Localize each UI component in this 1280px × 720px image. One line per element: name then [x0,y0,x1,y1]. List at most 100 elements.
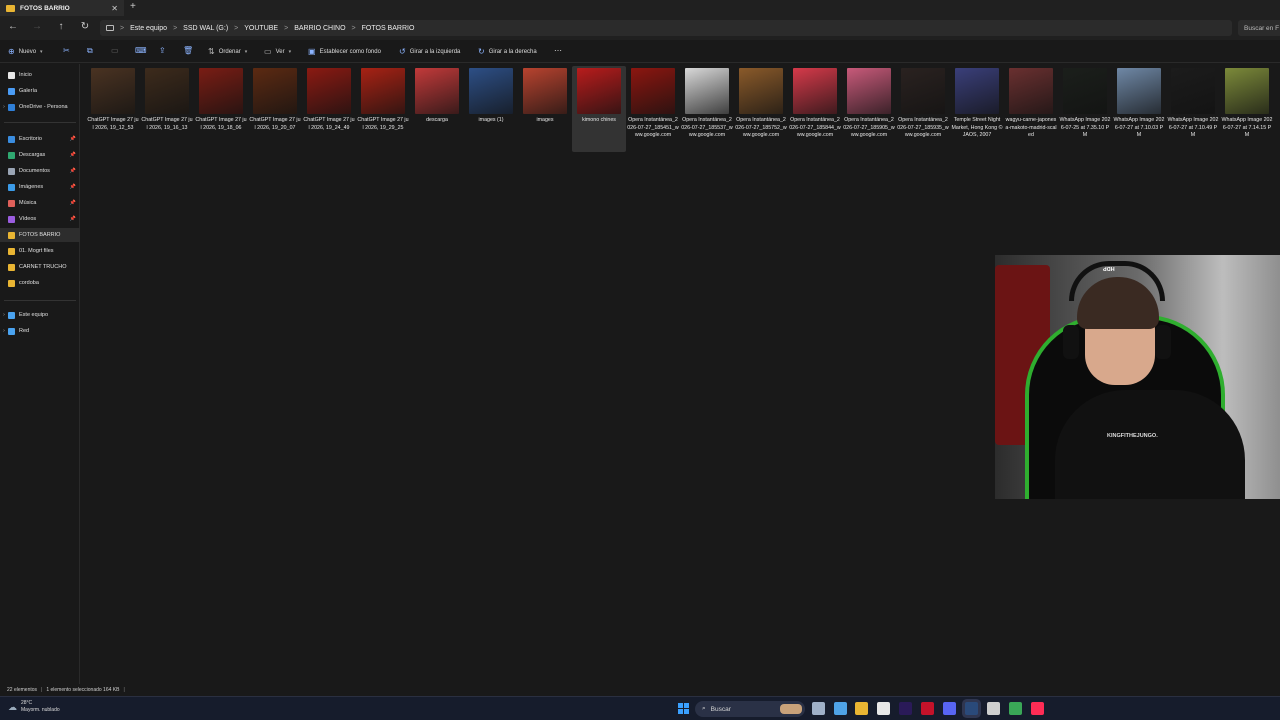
copilot-icon[interactable] [834,702,847,715]
rotate-left-label: Girar a la izquierda [409,48,461,55]
chrome-icon[interactable] [1009,702,1022,715]
file-item[interactable]: Temple Street Night Market, Hong Kong © … [950,66,1004,152]
chevron-right-icon[interactable]: › [0,328,8,334]
weather-widget[interactable]: ☁ 28°C Mayorm. nublado [8,700,60,714]
taskbar-search[interactable]: ⌕ Buscar [695,701,805,717]
rotate-left-button[interactable]: ↺ Girar a la izquierda [399,47,460,56]
file-item[interactable]: wagyu-carne-japonesa-makoto-madrid-scale… [1004,66,1058,152]
forward-button[interactable]: → [30,21,44,32]
chevron-right-icon[interactable]: › [0,104,8,110]
folder-icon [8,263,15,271]
file-item[interactable]: ChatGPT Image 27 jul 2026, 19_16_13 [140,66,194,152]
breadcrumb-youtube[interactable]: YOUTUBE [244,25,278,32]
refresh-button[interactable]: ↻ [78,21,92,32]
new-label: Nuevo [18,48,37,55]
sort-button[interactable]: ⇅ Ordenar ▾ [208,47,247,56]
file-item[interactable]: descarga [410,66,464,152]
rotate-right-label: Girar a la derecha [488,48,537,55]
file-name: ChatGPT Image 27 jul 2026, 19_16_13 [141,117,193,131]
file-item[interactable]: Opera Instantánea_2026-07-27_185935_www.… [896,66,950,152]
capcut-icon[interactable] [987,702,1000,715]
task-view-icon[interactable] [812,702,825,715]
discord-icon[interactable] [943,702,956,715]
navigation-pane: Inicio Galería › OneDrive - Persona Escritor… [0,64,80,684]
file-thumbnail [1009,68,1053,114]
file-item[interactable]: WhatsApp Image 2026-07-27 at 7.10.03 PM [1112,66,1166,152]
paste-icon[interactable]: ▭ [111,46,119,55]
new-button[interactable]: ⊕ Nuevo ▾ [8,47,43,56]
breadcrumb-ssd-wal[interactable]: SSD WAL (G:) [183,25,228,32]
file-item[interactable]: kimono chines [572,66,626,152]
sidebar-item-descargas[interactable]: Descargas 📌 [0,148,80,162]
notepad-icon[interactable] [877,702,890,715]
sidebar-item-música[interactable]: Música 📌 [0,196,80,210]
windows-start-icon[interactable] [678,703,689,714]
breadcrumb-fotos-barrio[interactable]: FOTOS BARRIO [362,25,415,32]
premiere-icon[interactable] [899,702,912,715]
item-count: 22 elementos [7,687,38,693]
breadcrumb-barrio-chino[interactable]: BARRIO CHINO [294,25,345,32]
close-tab-button[interactable]: ✕ [111,4,118,13]
file-item[interactable]: Opera Instantánea_2026-07-27_185537_www.… [680,66,734,152]
sidebar-item-onedrive-persona[interactable]: › OneDrive - Persona [0,100,80,114]
copy-icon[interactable]: ⧉ [87,46,93,56]
chevron-right-icon[interactable]: › [0,312,8,318]
search-input[interactable]: Buscar en F [1238,20,1280,36]
more-options-icon[interactable]: ⋯ [554,46,562,55]
file-name: wagyu-carne-japonesa-makoto-madrid-scale… [1005,117,1057,138]
view-button[interactable]: ▭ Ver ▾ [264,47,291,56]
up-button[interactable]: ↑ [54,21,68,32]
file-explorer-icon[interactable] [855,702,868,715]
sidebar-item-cordoba[interactable]: cordoba [0,276,80,290]
sidebar-item-documentos[interactable]: Documentos 📌 [0,164,80,178]
file-item[interactable]: ChatGPT Image 27 jul 2026, 19_29_25 [356,66,410,152]
rename-icon[interactable]: ⌨ [135,46,147,55]
opera-icon[interactable] [921,702,934,715]
file-item[interactable]: ChatGPT Image 27 jul 2026, 19_18_06 [194,66,248,152]
chevron-right-icon: > [284,24,289,32]
sidebar-item-galería[interactable]: Galería [0,84,80,98]
file-item[interactable]: ChatGPT Image 27 jul 2026, 19_20_07 [248,66,302,152]
sidebar-item-01-mogrt-files[interactable]: 01. Mogrt files [0,244,80,258]
sidebar-item-imágenes[interactable]: Imágenes 📌 [0,180,80,194]
file-item[interactable]: images (1) [464,66,518,152]
address-bar[interactable]: > Este equipo > SSD WAL (G:) > YOUTUBE >… [100,20,1232,36]
file-thumbnail [793,68,837,114]
rotate-right-button[interactable]: ↻ Girar a la derecha [478,47,537,56]
set-background-button[interactable]: ▣ Establecer como fondo [308,47,381,56]
sidebar-item-inicio[interactable]: Inicio [0,68,80,82]
command-bar: ⊕ Nuevo ▾ ✂ ⧉ ▭ ⌨ ⇪ 🗑 ⇅ Ordenar ▾ ▭ Ver … [0,42,1280,63]
file-item[interactable]: images [518,66,572,152]
sidebar-item-este-equipo[interactable]: › Este equipo [0,308,80,322]
sidebar-item-red[interactable]: › Red [0,324,80,338]
file-item[interactable]: Opera Instantánea_2026-07-27_185451_www.… [626,66,680,152]
file-item[interactable]: ChatGPT Image 27 jul 2026, 19_24_49 [302,66,356,152]
tab-fotos-barrio[interactable]: FOTOS BARRIO ✕ [0,0,124,16]
file-item[interactable]: Opera Instantánea_2026-07-27_185844_www.… [788,66,842,152]
delete-icon[interactable]: 🗑 [183,46,193,55]
selection-info: 1 elemento seleccionado 164 KB [46,687,120,693]
sidebar-item-label: Inicio [19,72,32,78]
sidebar-item-fotos-barrio[interactable]: FOTOS BARRIO [0,228,80,242]
file-thumbnail [91,68,135,114]
sidebar-item-label: 01. Mogrt files [19,248,54,254]
sidebar-item-escritorio[interactable]: Escritorio 📌 [0,132,80,146]
sidebar-item-vídeos[interactable]: Vídeos 📌 [0,212,80,226]
file-grid: ChatGPT Image 27 jul 2026, 19_12_53 ChatG… [86,66,1280,156]
file-item[interactable]: Opera Instantánea_2026-07-27_185752_www.… [734,66,788,152]
steam-icon[interactable] [965,702,978,715]
file-item[interactable]: ChatGPT Image 27 jul 2026, 19_12_53 [86,66,140,152]
share-icon[interactable]: ⇪ [159,46,166,55]
file-item[interactable]: WhatsApp Image 2026-07-27 at 7.14.15 PM [1220,66,1274,152]
tiktok-icon[interactable] [1031,702,1044,715]
tab-title: FOTOS BARRIO [20,4,70,12]
file-name: WhatsApp Image 2026-07-27 at 7.10.03 PM [1113,117,1165,138]
cut-icon[interactable]: ✂ [63,46,70,55]
new-tab-button[interactable]: + [130,1,136,12]
file-item[interactable]: WhatsApp Image 2026-07-25 at 7.35.10 PM [1058,66,1112,152]
file-item[interactable]: WhatsApp Image 2026-07-27 at 7.10.49 PM [1166,66,1220,152]
back-button[interactable]: ← [6,21,20,32]
breadcrumb-este-equipo[interactable]: Este equipo [130,25,167,32]
sidebar-item-carnet-trucho[interactable]: CARNET TRUCHO [0,260,80,274]
file-item[interactable]: Opera Instantánea_2026-07-27_185905_www.… [842,66,896,152]
